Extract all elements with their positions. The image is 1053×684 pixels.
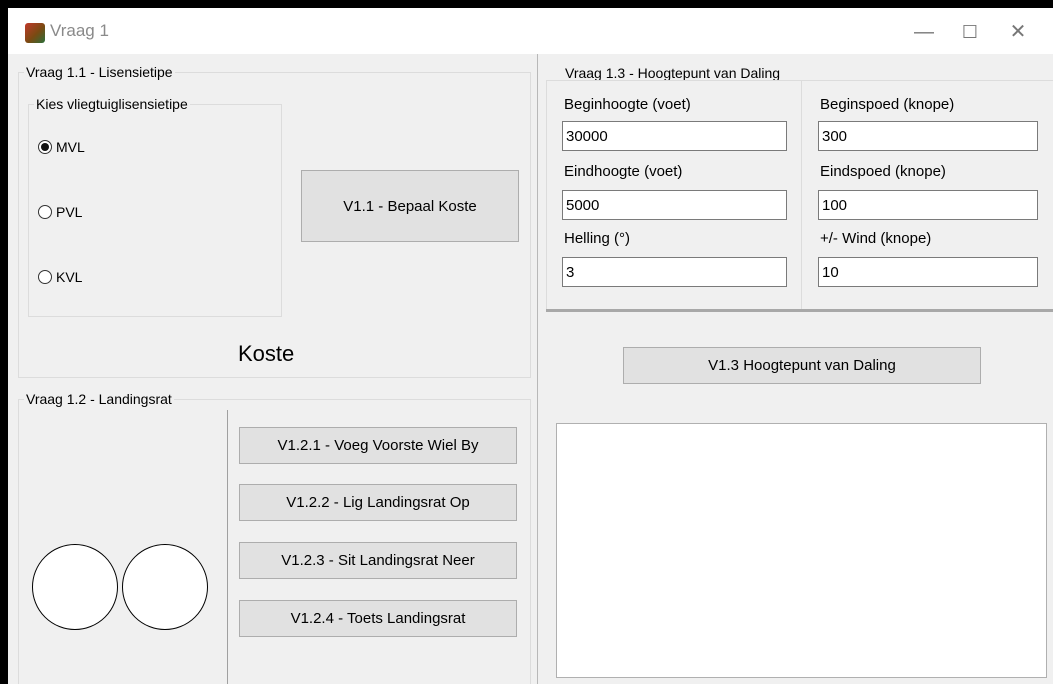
radio-pvl-indicator <box>38 205 52 219</box>
lower-landing-gear-button[interactable]: V1.2.3 - Sit Landingsrat Neer <box>239 542 517 579</box>
radio-mvl-label: MVL <box>56 139 85 155</box>
radio-pvl-label: PVL <box>56 204 83 220</box>
cost-label: Koste <box>238 341 295 366</box>
minimize-button[interactable]: — <box>904 17 944 47</box>
license-type-group-title: Vraag 1.1 - Lisensietipe <box>24 64 175 80</box>
end-speed-label: Eindspoed (knope) <box>820 163 946 180</box>
determine-cost-button[interactable]: V1.1 - Bepaal Koste <box>301 170 519 242</box>
radio-kvl-label: KVL <box>56 269 83 285</box>
descent-output-memo[interactable] <box>556 423 1047 678</box>
descent-inputs-divider <box>801 81 802 310</box>
radio-kvl[interactable]: KVL <box>38 269 82 285</box>
radio-mvl[interactable]: MVL <box>38 139 85 155</box>
wheel-left <box>32 544 118 630</box>
wheel-right <box>122 544 208 630</box>
slope-label: Helling (°) <box>564 230 631 247</box>
maximize-button[interactable]: ☐ <box>950 17 990 47</box>
radio-kvl-indicator <box>38 270 52 284</box>
slope-input[interactable] <box>562 257 787 287</box>
end-height-label: Eindhoogte (voet) <box>564 163 683 180</box>
start-height-label: Beginhoogte (voet) <box>564 96 691 113</box>
app-icon <box>25 23 45 43</box>
window-title: Vraag 1 <box>50 21 109 40</box>
descent-panel-separator <box>546 309 1053 312</box>
raise-landing-gear-button[interactable]: V1.2.2 - Lig Landingsrat Op <box>239 484 517 521</box>
test-landing-gear-button[interactable]: V1.2.4 - Toets Landingsrat <box>239 600 517 637</box>
landing-gear-divider <box>227 410 228 684</box>
end-speed-input[interactable] <box>818 190 1038 220</box>
add-front-wheel-button[interactable]: V1.2.1 - Voeg Voorste Wiel By <box>239 427 517 464</box>
radio-pvl[interactable]: PVL <box>38 204 82 220</box>
start-speed-label: Beginspoed (knope) <box>820 96 955 113</box>
license-choice-group-title: Kies vliegtuiglisensietipe <box>34 96 190 112</box>
radio-mvl-indicator <box>38 140 52 154</box>
start-height-input[interactable] <box>562 121 787 151</box>
start-speed-input[interactable] <box>818 121 1038 151</box>
descent-group-title: Vraag 1.3 - Hoogtepunt van Daling <box>563 65 783 81</box>
landing-gear-group-title: Vraag 1.2 - Landingsrat <box>24 391 174 407</box>
calculate-descent-button[interactable]: V1.3 Hoogtepunt van Daling <box>623 347 981 384</box>
main-window: Vraag 1 — ☐ ✕ Vraag 1.1 - Lisensietipe K… <box>8 8 1053 684</box>
title-bar: Vraag 1 — ☐ ✕ <box>8 8 1053 54</box>
close-button[interactable]: ✕ <box>998 17 1038 47</box>
wind-input[interactable] <box>818 257 1038 287</box>
wind-label: +/- Wind (knope) <box>820 230 932 247</box>
vertical-separator <box>537 54 538 684</box>
end-height-input[interactable] <box>562 190 787 220</box>
